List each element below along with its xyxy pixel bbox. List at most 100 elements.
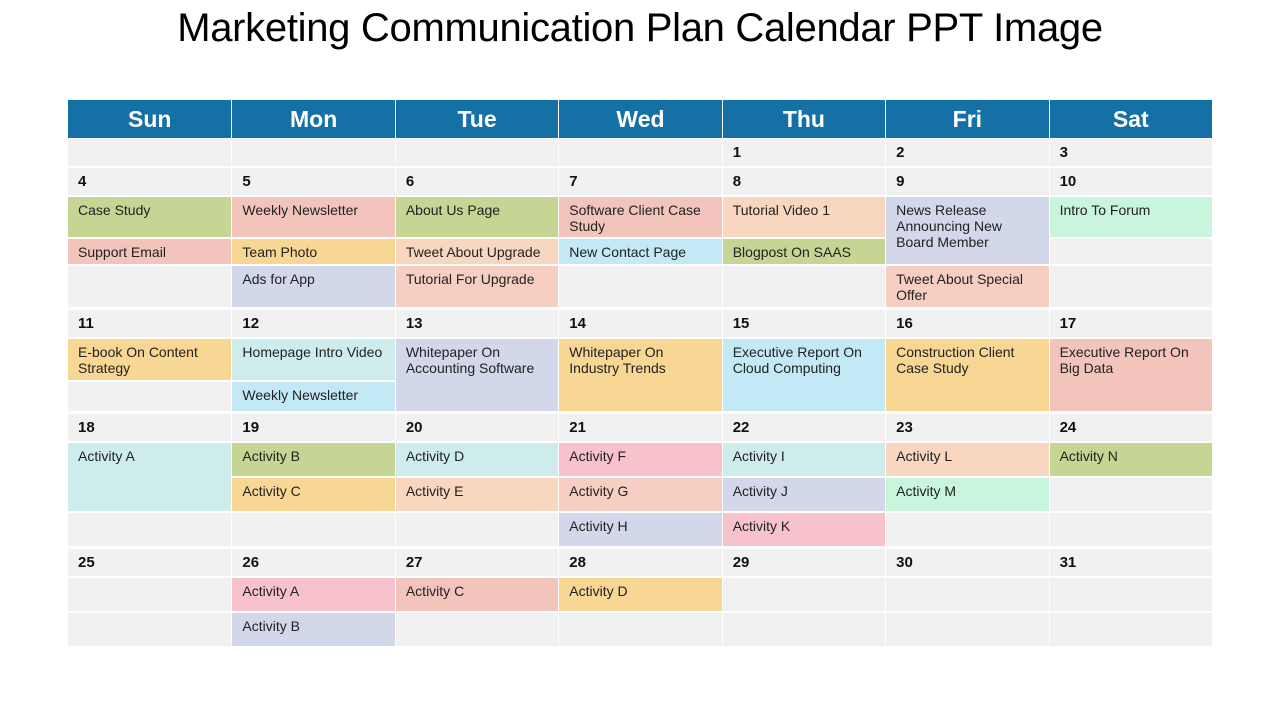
date-number: 14 — [569, 315, 586, 332]
calendar-event[interactable]: Activity D — [559, 578, 722, 611]
empty-slot — [559, 266, 722, 307]
calendar-event[interactable]: Activity M — [886, 478, 1049, 511]
empty-slot — [68, 266, 232, 307]
date-number: 29 — [732, 554, 750, 571]
calendar-event[interactable]: Construction Client Case Study — [886, 339, 1049, 411]
date-cell[interactable]: 25 — [68, 549, 232, 576]
date-number: 9 — [896, 173, 905, 190]
calendar-event[interactable]: Weekly Newsletter — [232, 382, 395, 411]
date-cell[interactable]: 20 — [395, 414, 559, 441]
date-cell[interactable]: 23 — [886, 414, 1049, 441]
date-cell[interactable]: 16 — [886, 310, 1049, 337]
date-cell[interactable]: 24 — [1049, 414, 1212, 441]
calendar-event[interactable]: Tutorial For Upgrade — [395, 266, 559, 307]
date-cell[interactable]: 6 — [395, 168, 559, 195]
date-number: 13 — [405, 315, 423, 332]
calendar-event[interactable]: Tutorial Video 1 — [722, 197, 886, 237]
date-cell[interactable]: 5 — [232, 168, 395, 195]
date-cell[interactable]: 27 — [395, 549, 559, 576]
calendar-event[interactable]: Software Client Case Study — [559, 197, 722, 237]
date-cell[interactable]: 19 — [232, 414, 395, 441]
calendar-event[interactable]: Activity E — [395, 478, 559, 511]
calendar-event[interactable]: Whitepaper On Industry Trends — [559, 339, 722, 411]
date-cell[interactable] — [559, 139, 722, 166]
calendar-event[interactable]: New Contact Page — [559, 239, 722, 264]
day-header-thu: Thu — [722, 100, 886, 138]
date-cell[interactable]: 4 — [68, 168, 232, 195]
calendar-event[interactable]: Executive Report On Big Data — [1049, 339, 1212, 411]
date-cell[interactable]: 22 — [722, 414, 886, 441]
date-number: 6 — [405, 173, 415, 190]
calendar-event[interactable]: Activity A — [232, 578, 395, 611]
date-number: 30 — [896, 554, 913, 571]
calendar-event[interactable]: About Us Page — [395, 197, 559, 237]
date-cell[interactable]: 18 — [68, 414, 232, 441]
date-number: 17 — [1059, 315, 1077, 332]
calendar-event[interactable]: Activity K — [722, 513, 886, 546]
calendar-event[interactable]: Activity J — [722, 478, 886, 511]
calendar-event[interactable]: Activity F — [559, 443, 722, 476]
date-cell[interactable]: 29 — [722, 549, 886, 576]
date-number: 15 — [732, 315, 750, 332]
calendar-event[interactable]: Activity I — [722, 443, 886, 476]
calendar-event[interactable]: Support Email — [68, 239, 232, 264]
date-cell[interactable]: 28 — [559, 549, 722, 576]
calendar-event[interactable]: Intro To Forum — [1049, 197, 1212, 237]
calendar-event[interactable]: Blogpost On SAAS — [722, 239, 886, 264]
date-cell[interactable]: 15 — [722, 310, 886, 337]
calendar-event[interactable]: Team Photo — [232, 239, 395, 264]
empty-slot — [232, 513, 395, 546]
date-cell[interactable]: 7 — [559, 168, 722, 195]
date-number: 1 — [732, 144, 742, 161]
date-cell[interactable]: 12 — [232, 310, 395, 337]
calendar-event[interactable]: Ads for App — [232, 266, 395, 307]
date-cell[interactable]: 8 — [722, 168, 886, 195]
date-cell[interactable]: 2 — [886, 139, 1049, 166]
date-cell[interactable]: 14 — [559, 310, 722, 337]
date-cell[interactable]: 17 — [1049, 310, 1212, 337]
calendar-event[interactable]: E-book On Content Strategy — [68, 339, 232, 380]
calendar-event[interactable]: Tweet About Upgrade — [395, 239, 559, 264]
date-number: 4 — [78, 173, 87, 190]
date-number: 16 — [896, 315, 913, 332]
calendar-event[interactable]: Activity C — [232, 478, 395, 511]
calendar-event[interactable]: Activity B — [232, 613, 395, 646]
date-cell[interactable]: 21 — [559, 414, 722, 441]
calendar-event[interactable]: Homepage Intro Video — [232, 339, 395, 380]
date-cell[interactable]: 31 — [1049, 549, 1212, 576]
date-number: 22 — [732, 419, 750, 436]
page-title: Marketing Communication Plan Calendar PP… — [177, 6, 1103, 50]
calendar-event[interactable]: Activity D — [395, 443, 559, 476]
calendar-event[interactable]: Activity H — [559, 513, 722, 546]
calendar-event[interactable]: Case Study — [68, 197, 232, 237]
date-cell[interactable]: 26 — [232, 549, 395, 576]
date-cell[interactable]: 1 — [722, 139, 886, 166]
calendar-event[interactable]: Activity L — [886, 443, 1049, 476]
date-cell[interactable]: 13 — [395, 310, 559, 337]
calendar-event[interactable]: Weekly Newsletter — [232, 197, 395, 237]
calendar-event[interactable]: Activity G — [559, 478, 722, 511]
empty-slot — [395, 613, 559, 646]
calendar-event[interactable]: Activity A — [68, 443, 232, 511]
calendar-event[interactable]: News Release Announcing New Board Member — [886, 197, 1049, 264]
calendar-event[interactable]: Executive Report On Cloud Computing — [722, 339, 886, 411]
calendar-event[interactable]: Whitepaper On Accounting Software — [395, 339, 559, 411]
date-cell[interactable]: 11 — [68, 310, 232, 337]
calendar-event[interactable]: Activity N — [1049, 443, 1212, 476]
calendar-event[interactable]: Tweet About Special Offer — [886, 266, 1049, 307]
empty-slot — [722, 266, 886, 307]
calendar-event[interactable]: Activity C — [395, 578, 559, 611]
empty-slot — [395, 513, 559, 546]
date-cell[interactable]: 30 — [886, 549, 1049, 576]
date-cell[interactable] — [395, 139, 559, 166]
date-cell[interactable] — [68, 139, 232, 166]
empty-slot — [1049, 513, 1212, 546]
date-cell[interactable] — [232, 139, 395, 166]
empty-slot — [1049, 613, 1212, 646]
date-cell[interactable]: 3 — [1049, 139, 1212, 166]
date-number: 18 — [78, 419, 95, 436]
date-number: 10 — [1059, 173, 1077, 190]
date-cell[interactable]: 9 — [886, 168, 1049, 195]
date-cell[interactable]: 10 — [1049, 168, 1212, 195]
calendar-event[interactable]: Activity B — [232, 443, 395, 476]
